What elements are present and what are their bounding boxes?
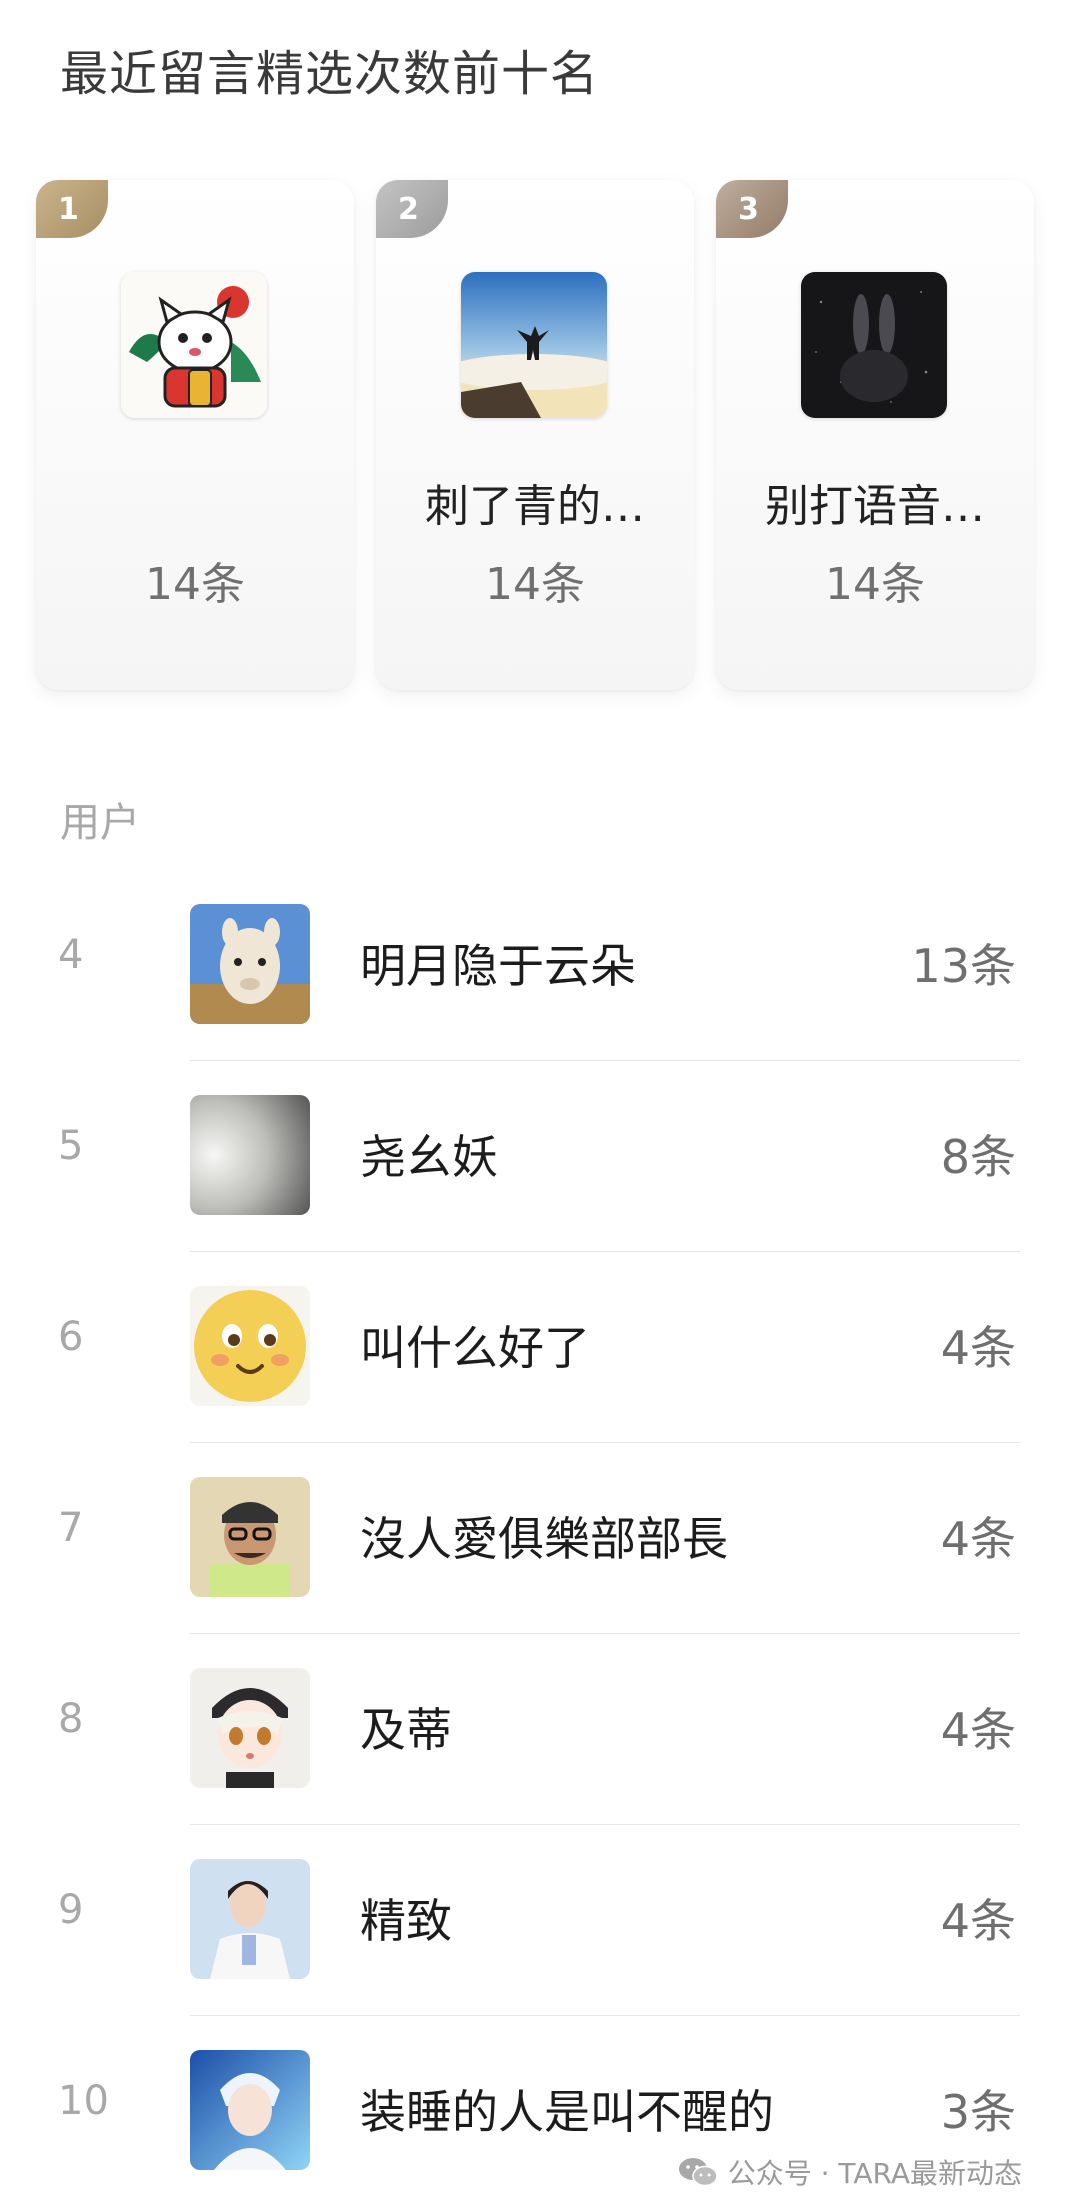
- list-item-rank: 9: [58, 1887, 84, 1933]
- top-card-2-name: 刺了青的…: [425, 481, 645, 532]
- watermark: 公众号 · TARA最新动态: [669, 2148, 1030, 2196]
- list-item-count: 8条: [940, 1130, 1016, 1184]
- top-card-2[interactable]: 2 刺了青的… 14条: [376, 180, 694, 690]
- rabbit-silhouette-avatar-icon: [801, 272, 947, 418]
- list-item[interactable]: 5 尧幺妖 8条: [0, 1061, 1076, 1252]
- anime-boy-avatar-icon: [190, 1668, 310, 1788]
- page-title: 最近留言精选次数前十名: [60, 46, 600, 102]
- list-item-name: 沒人愛俱樂部部長: [360, 1512, 728, 1566]
- doctor-avatar-icon: [190, 1859, 310, 1979]
- list-item-rank: 8: [58, 1696, 84, 1742]
- list-item[interactable]: 6 叫什么好了 4条: [0, 1252, 1076, 1443]
- smiley-face-avatar-icon: [190, 1286, 310, 1406]
- list-item-count: 13条: [911, 939, 1016, 993]
- list-item-name: 叫什么好了: [360, 1321, 590, 1375]
- list-item-rank: 10: [58, 2078, 109, 2124]
- rank-badge-3: 3: [716, 180, 788, 238]
- list-item-name: 精致: [360, 1894, 452, 1948]
- mountain-sunrise-avatar-icon: [461, 272, 607, 418]
- list-item-count: 4条: [940, 1894, 1016, 1948]
- wechat-icon: [678, 2157, 718, 2187]
- gray-blur-avatar-icon: [190, 1095, 310, 1215]
- list-item[interactable]: 7 沒人愛俱樂部部長 4条: [0, 1443, 1076, 1634]
- list-item-count: 3条: [940, 2085, 1016, 2139]
- list-item-rank: 7: [58, 1505, 84, 1551]
- ranking-list: 4 明月隐于云朵 13条 5 尧幺妖 8条 6 叫什么好了 4条 7 沒人愛俱樂…: [0, 870, 1076, 2207]
- top-card-3[interactable]: 3 别打语音… 14条: [716, 180, 1034, 690]
- list-item-name: 尧幺妖: [360, 1130, 498, 1184]
- top-card-1[interactable]: 1 14条: [36, 180, 354, 690]
- anime-blue-avatar-icon: [190, 2050, 310, 2170]
- section-label-users: 用户: [60, 800, 140, 846]
- lucky-cat-avatar-icon: [121, 272, 267, 418]
- list-item-rank: 5: [58, 1123, 84, 1169]
- top-card-2-count: 14条: [485, 559, 585, 610]
- alpaca-avatar-icon: [190, 904, 310, 1024]
- top-card-3-name: 别打语音…: [765, 481, 985, 532]
- top-card-1-count: 14条: [145, 559, 245, 610]
- list-item-count: 4条: [940, 1321, 1016, 1375]
- list-item-name: 明月隐于云朵: [360, 939, 636, 993]
- rank-badge-1: 1: [36, 180, 108, 238]
- rank-badge-2: 2: [376, 180, 448, 238]
- watermark-text: 公众号 · TARA最新动态: [727, 2157, 1022, 2190]
- list-item[interactable]: 8 及蒂 4条: [0, 1634, 1076, 1825]
- man-with-cap-avatar-icon: [190, 1477, 310, 1597]
- list-item[interactable]: 4 明月隐于云朵 13条: [0, 870, 1076, 1061]
- list-item-name: 装睡的人是叫不醒的: [360, 2085, 774, 2139]
- top3-podium: 1 14条 2 刺了青的… 14条 3 别打语音… 14条: [0, 180, 1076, 700]
- list-item[interactable]: 9 精致 4条: [0, 1825, 1076, 2016]
- list-item-count: 4条: [940, 1512, 1016, 1566]
- list-item-count: 4条: [940, 1703, 1016, 1757]
- top-card-3-count: 14条: [825, 559, 925, 610]
- list-item-rank: 6: [58, 1314, 84, 1360]
- list-item-rank: 4: [58, 932, 84, 978]
- list-item-name: 及蒂: [360, 1703, 452, 1757]
